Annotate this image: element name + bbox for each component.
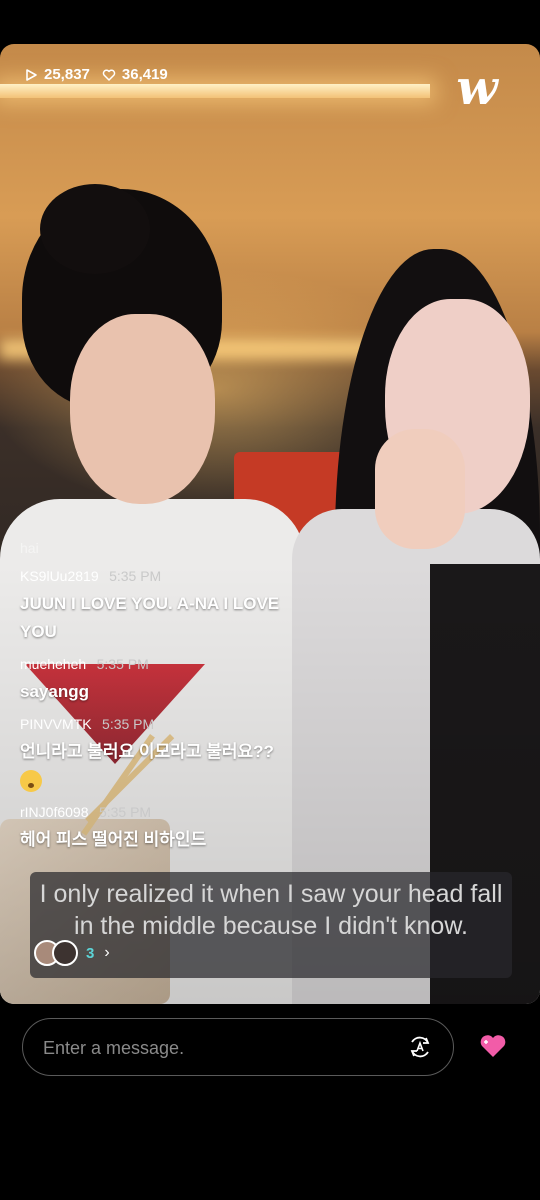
chat-username: PINVVMTK xyxy=(20,716,92,732)
chat-message: mueheheh 5:35 PM sayangg xyxy=(20,656,320,706)
left-person-face xyxy=(70,314,215,504)
chat-time: 5:35 PM xyxy=(96,656,149,672)
stats-bar: 25,837 36,419 xyxy=(24,66,180,83)
right-person-hand xyxy=(375,429,465,549)
chat-time: 5:35 PM xyxy=(102,716,155,732)
left-person-bun xyxy=(40,184,150,274)
chevron-right-icon: › xyxy=(104,944,110,961)
chat-text: JUUN I LOVE YOU. A-NA I LOVE YOU xyxy=(20,594,280,641)
chat-message: PINVVMTK 5:35 PM 언니라고 불러요 이모라고 불러요?? xyxy=(20,716,320,794)
chat-time: 5:35 PM xyxy=(98,804,152,820)
chat-time: 5:35 PM xyxy=(109,568,162,584)
chat-message: hai xyxy=(20,540,320,558)
translate-icon[interactable] xyxy=(407,1034,433,1060)
like-count: 36,419 xyxy=(121,66,168,83)
chat-username: mueheheh xyxy=(20,656,87,672)
heart-outline-icon xyxy=(102,68,116,81)
chat-message: KS9lUu2819 5:35 PM JUUN I LOVE YOU. A-NA… xyxy=(20,568,320,646)
message-input[interactable] xyxy=(41,1027,385,1069)
chat-username: rINJ0f6098 xyxy=(20,804,89,820)
heart-filled-icon[interactable] xyxy=(478,1031,508,1061)
chat-username: hai xyxy=(20,540,39,556)
chat-message: rINJ0f6098 5:35 PM 헤어 피스 떨어진 비하인드 xyxy=(20,804,320,854)
avatar xyxy=(52,940,78,966)
play-count: 25,837 xyxy=(44,66,90,83)
play-icon xyxy=(26,68,37,81)
message-input-bar[interactable] xyxy=(22,1018,454,1076)
chat-text: 언니라고 불러요 이모라고 불러요?? xyxy=(20,738,320,794)
viewer-count: 3 xyxy=(86,944,95,962)
chat-list[interactable]: hai KS9lUu2819 5:35 PM JUUN I LOVE YOU. … xyxy=(20,540,320,864)
ceiling-light xyxy=(0,84,430,98)
chat-text-body: 언니라고 불러요 이모라고 불러요?? xyxy=(20,742,274,761)
weverse-logo: w xyxy=(456,60,498,116)
viewer-avatars[interactable]: 3 › xyxy=(34,940,110,966)
emoji-icon xyxy=(20,769,42,792)
chat-text: sayangg xyxy=(20,682,89,701)
chat-text: 헤어 피스 떨어진 비하인드 xyxy=(20,830,207,849)
chat-username: KS9lUu2819 xyxy=(20,568,99,584)
